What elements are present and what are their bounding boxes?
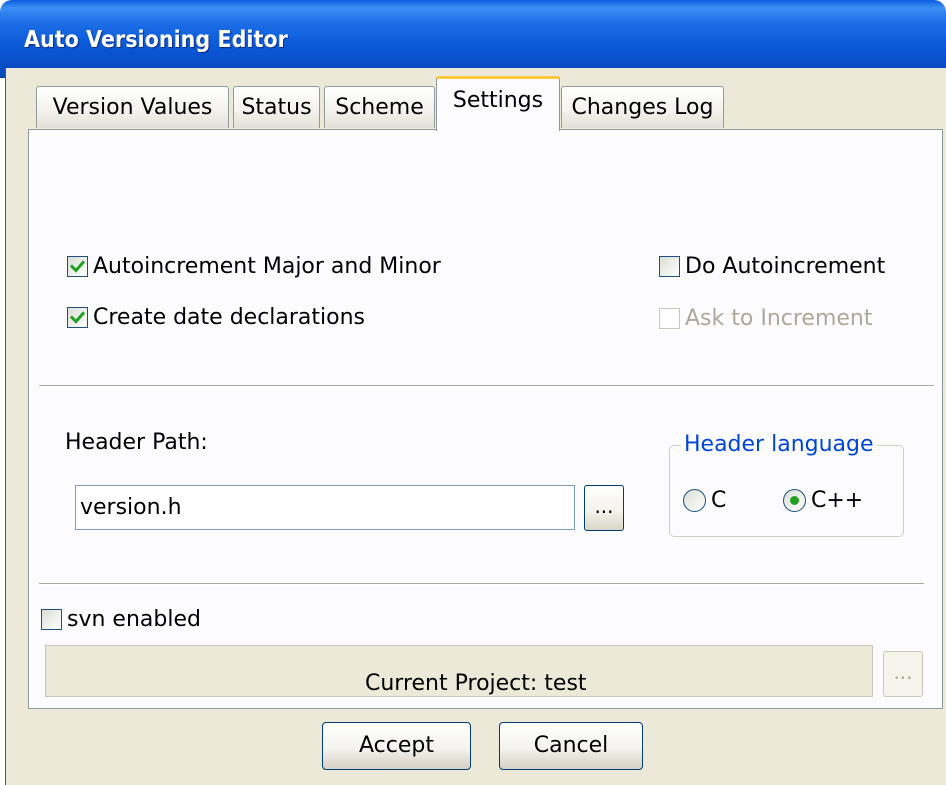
tab-strip: Version Values Status Scheme Settings Ch… bbox=[6, 68, 946, 131]
checkbox-label: Create date declarations bbox=[93, 305, 366, 330]
accept-button[interactable]: Accept bbox=[322, 722, 471, 770]
header-path-browse-button[interactable]: ... bbox=[584, 485, 624, 531]
radio-circle bbox=[683, 489, 706, 512]
tab-changes-log[interactable]: Changes Log bbox=[561, 86, 724, 128]
svn-enabled-checkbox[interactable]: svn enabled bbox=[41, 607, 201, 632]
checkbox-box bbox=[67, 307, 88, 328]
header-language-title: Header language bbox=[681, 432, 877, 457]
section-divider bbox=[39, 583, 924, 585]
tab-version-values[interactable]: Version Values bbox=[36, 86, 229, 128]
checkmark-icon bbox=[70, 260, 85, 273]
auto-versioning-editor-window: Auto Versioning Editor Version Values St… bbox=[0, 0, 946, 785]
radio-label: C bbox=[711, 488, 727, 513]
dialog-client-area: Version Values Status Scheme Settings Ch… bbox=[5, 68, 946, 785]
autoincrement-major-minor-checkbox[interactable]: Autoincrement Major and Minor bbox=[67, 254, 441, 279]
checkbox-box bbox=[41, 609, 62, 630]
checkbox-label: Ask to Increment bbox=[685, 306, 873, 331]
do-autoincrement-checkbox[interactable]: Do Autoincrement bbox=[659, 254, 885, 279]
checkbox-box bbox=[659, 256, 680, 277]
radio-label: C++ bbox=[811, 488, 864, 513]
window-title: Auto Versioning Editor bbox=[24, 27, 288, 53]
radio-language-c[interactable]: C bbox=[683, 488, 726, 513]
radio-selected-dot bbox=[790, 496, 799, 505]
create-date-declarations-checkbox[interactable]: Create date declarations bbox=[67, 305, 365, 330]
radio-language-cpp[interactable]: C++ bbox=[783, 488, 863, 513]
tab-scheme[interactable]: Scheme bbox=[324, 86, 435, 128]
section-divider bbox=[39, 385, 934, 387]
settings-tab-panel: Autoincrement Major and Minor Create dat… bbox=[28, 129, 943, 709]
cancel-button[interactable]: Cancel bbox=[499, 722, 643, 770]
radio-circle bbox=[783, 489, 806, 512]
checkbox-label: svn enabled bbox=[67, 607, 201, 632]
tab-settings[interactable]: Settings bbox=[436, 76, 560, 131]
title-bar[interactable]: Auto Versioning Editor bbox=[0, 0, 946, 78]
checkbox-box bbox=[67, 256, 88, 277]
current-project-label: Current Project: test bbox=[365, 671, 587, 696]
checkmark-icon bbox=[70, 311, 85, 324]
header-path-input[interactable] bbox=[75, 485, 575, 530]
svn-path-browse-button: ... bbox=[883, 651, 923, 697]
checkbox-label: Do Autoincrement bbox=[685, 254, 886, 279]
header-path-label: Header Path: bbox=[65, 430, 208, 455]
tab-status[interactable]: Status bbox=[233, 86, 320, 128]
checkbox-box bbox=[659, 308, 680, 329]
checkbox-label: Autoincrement Major and Minor bbox=[93, 254, 441, 279]
ask-to-increment-checkbox: Ask to Increment bbox=[659, 306, 872, 331]
